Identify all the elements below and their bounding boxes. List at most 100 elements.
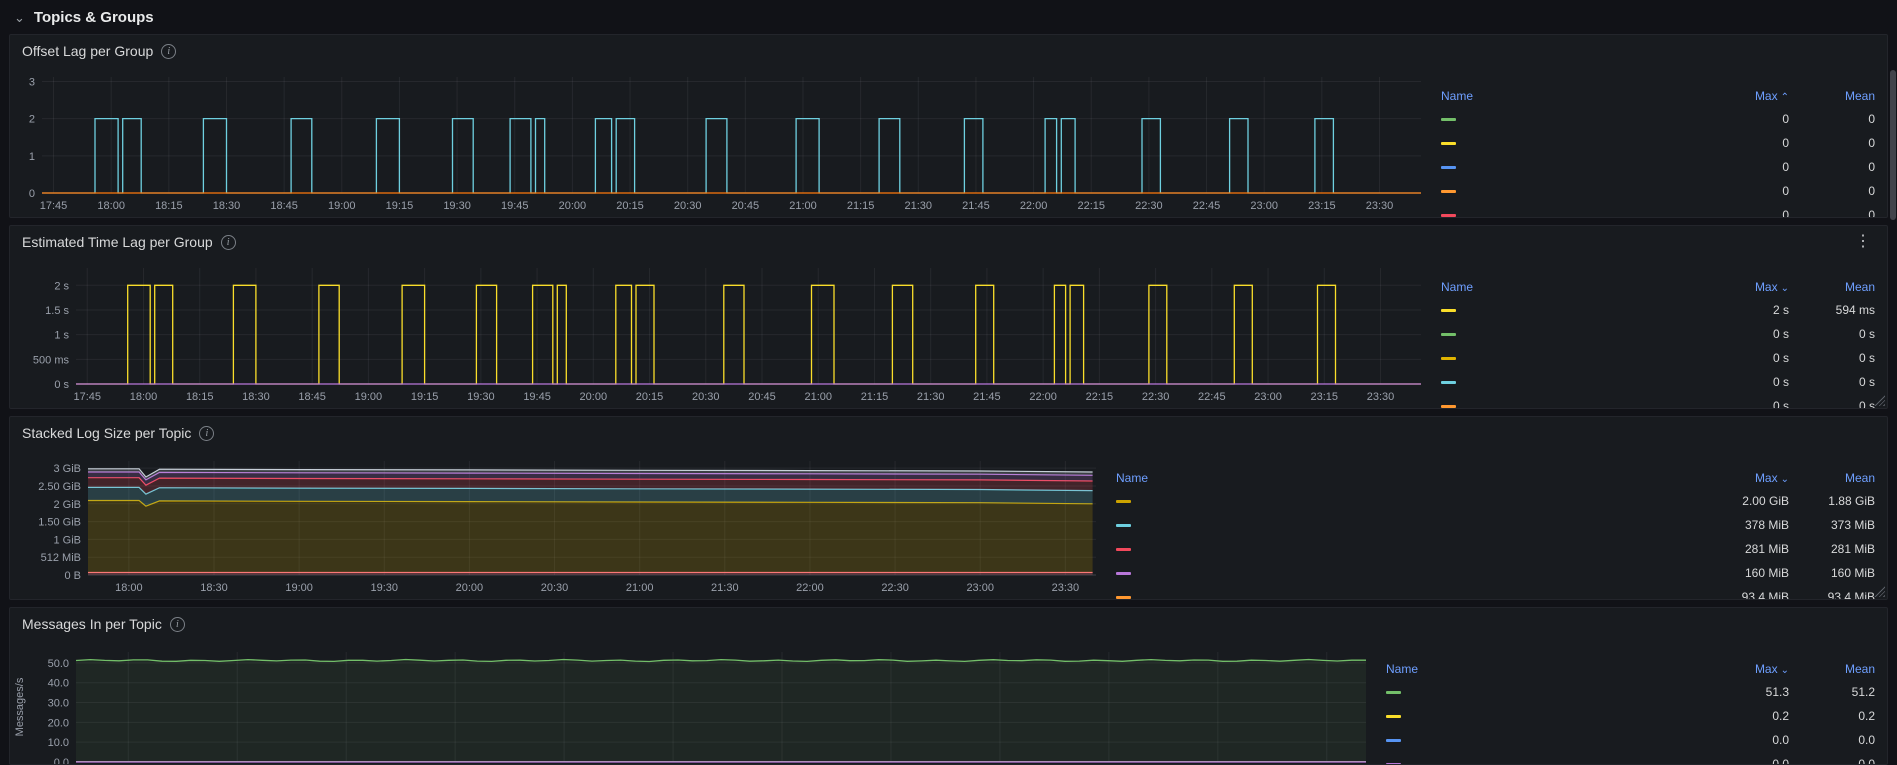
legend-header-name[interactable]: Name [1116,471,1709,485]
series-swatch[interactable] [1386,738,1401,742]
svg-text:19:30: 19:30 [467,391,495,403]
svg-text:Messages/s: Messages/s [14,677,26,736]
legend-mean-value: 0 [1868,112,1875,126]
legend-row[interactable]: 2.00 GiB 1.88 GiB [1116,489,1875,513]
info-icon[interactable]: i [169,616,185,632]
legend-row[interactable]: 2 s 594 ms [1441,298,1875,322]
legend-row[interactable]: 0.2 0.2 [1386,704,1875,728]
legend-header-mean[interactable]: Mean [1789,471,1875,485]
log-size-chart[interactable]: 0 B 512 MiB 1 GiB 1.50 GiB 2 GiB 2.50 GiB 3 Gi… [10,449,1112,599]
scrollbar-thumb[interactable] [1890,70,1896,220]
svg-text:19:15: 19:15 [411,391,439,403]
series-swatch[interactable] [1116,499,1131,503]
legend-max-value: 378 MiB [1744,518,1789,532]
legend-row[interactable]: 0 s 0 s [1441,346,1875,370]
svg-text:23:15: 23:15 [1308,200,1336,212]
svg-text:23:00: 23:00 [966,582,994,594]
svg-text:21:00: 21:00 [804,391,832,403]
series-swatch[interactable] [1441,356,1456,360]
legend-row[interactable]: 51.3 51.2 [1386,680,1875,704]
scrollbar[interactable] [1889,0,1897,765]
info-icon[interactable]: i [161,43,177,59]
panel-title[interactable]: Estimated Time Lag per Group [22,234,213,250]
svg-text:19:00: 19:00 [355,391,383,403]
legend: Name Max ⌄ Mean 2 s 594 ms 0 s0 s0 s0 s0 s0… [1437,258,1887,408]
series-swatch[interactable] [1441,308,1456,312]
panel-offset-lag-per-group: Offset Lag per Group i 0 1 2 3 17:45 18:00 18:… [9,34,1888,218]
series-swatch[interactable] [1116,523,1131,527]
legend-row[interactable]: 0 s 0 s [1441,322,1875,346]
legend-row[interactable]: 00 [1441,203,1875,217]
series-swatch[interactable] [1441,141,1456,145]
series-swatch[interactable] [1116,571,1131,575]
svg-text:21:00: 21:00 [789,200,817,212]
legend-row[interactable]: 00 [1441,155,1875,179]
legend-row[interactable]: 0 s 0 s [1441,394,1875,408]
panel-messages-in-per-topic: Messages In per Topic i 0.0 10.0 20.0 30.0 4… [9,607,1888,765]
legend-header-name[interactable]: Name [1441,280,1709,294]
svg-text:23:30: 23:30 [1052,582,1080,594]
legend-header-max[interactable]: Max ⌃ [1709,89,1789,103]
legend-max-value: 0 [1782,184,1789,198]
legend-max-value: 2 s [1772,303,1789,317]
legend-header-mean[interactable]: Mean [1789,280,1875,294]
legend-row[interactable]: 93.4 MiB 93.4 MiB [1116,585,1875,599]
legend-header-max[interactable]: Max ⌄ [1709,471,1789,485]
sort-desc-icon: ⌄ [1780,474,1789,485]
legend-row[interactable]: 00 [1441,131,1875,155]
series-swatch[interactable] [1441,213,1456,217]
svg-text:1.5 s: 1.5 s [45,305,69,317]
panel-title[interactable]: Stacked Log Size per Topic [22,425,191,441]
legend-header-mean[interactable]: Mean [1789,662,1875,676]
legend-header: Name Max ⌄ Mean [1386,658,1875,680]
legend-header-max[interactable]: Max ⌄ [1709,280,1789,294]
series-swatch[interactable] [1441,189,1456,193]
svg-text:18:30: 18:30 [242,391,270,403]
legend-row[interactable]: 378 MiB 373 MiB [1116,513,1875,537]
legend-row[interactable]: 0 s 0 s [1441,370,1875,394]
svg-text:50.0: 50.0 [48,658,69,670]
series-swatch[interactable] [1386,690,1401,694]
legend-mean-value: 51.2 [1851,685,1875,699]
series-swatch[interactable] [1441,380,1456,384]
series-swatch[interactable] [1116,547,1131,551]
offset-lag-chart[interactable]: 0 1 2 3 17:45 18:00 18:15 18:30 18:45 19:00 19:15 1… [10,67,1437,217]
series-swatch[interactable] [1386,762,1401,764]
legend-row[interactable]: 281 MiB 281 MiB [1116,537,1875,561]
legend-max-value: 0 s [1772,375,1789,389]
dashboard-row-header[interactable]: ⌄ Topics & Groups [0,0,1897,34]
legend-header-mean[interactable]: Mean [1789,89,1875,103]
time-lag-chart[interactable]: 0 s 500 ms 1 s 1.5 s 2 s 17:45 18:00 18:15 18:30… [10,258,1437,408]
svg-text:20:30: 20:30 [541,582,569,594]
legend-row[interactable]: 160 MiB 160 MiB [1116,561,1875,585]
series-swatch[interactable] [1441,165,1456,169]
legend-max-value: 0 [1782,208,1789,217]
legend-row[interactable]: 0.0 0.0 [1386,752,1875,764]
svg-text:2 GiB: 2 GiB [53,499,81,511]
svg-text:22:15: 22:15 [1077,200,1105,212]
series-swatch[interactable] [1116,595,1131,599]
info-icon[interactable]: i [220,234,236,250]
legend-row[interactable]: 00 [1441,107,1875,131]
svg-text:21:30: 21:30 [905,200,933,212]
legend-row[interactable]: 00 [1441,179,1875,203]
svg-text:22:00: 22:00 [1029,391,1057,403]
svg-text:40.0: 40.0 [48,678,69,690]
series-swatch[interactable] [1441,404,1456,408]
panel-title[interactable]: Offset Lag per Group [22,43,153,59]
series-swatch[interactable] [1441,117,1456,121]
svg-text:20:00: 20:00 [456,582,484,594]
info-icon[interactable]: i [199,425,215,441]
messages-in-chart[interactable]: 0.0 10.0 20.0 30.0 40.0 50.0 Messages/s [10,640,1382,764]
legend-header-max[interactable]: Max ⌄ [1709,662,1789,676]
series-swatch[interactable] [1441,332,1456,336]
legend-max-value: 2.00 GiB [1742,494,1789,508]
legend-row[interactable]: 0.0 0.0 [1386,728,1875,752]
legend-mean-value: 160 MiB [1830,566,1875,580]
panel-menu-icon[interactable]: ⋮ [1851,234,1875,250]
series-swatch[interactable] [1386,714,1401,718]
legend-header-name[interactable]: Name [1441,89,1709,103]
panel-title[interactable]: Messages In per Topic [22,616,162,632]
legend-mean-value: 1.88 GiB [1828,494,1875,508]
legend-header-name[interactable]: Name [1386,662,1709,676]
